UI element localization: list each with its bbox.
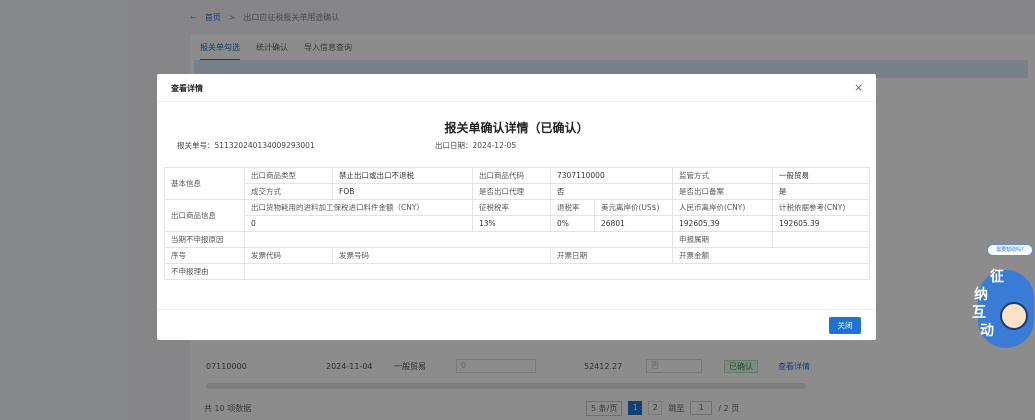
product-code-value: 7307110000 [550,167,673,184]
deal-method-label: 成交方式 [244,183,333,200]
declaration-number-value: 511320240134009293001 [214,141,315,150]
record-value: 是 [772,183,870,200]
tax-rate-value: 13% [472,215,551,232]
widget-char-3: 互 [972,305,986,321]
declare-period-label: 申报属期 [672,231,773,248]
agency-value: 否 [550,183,673,200]
document-title: 报关单确认详情（已确认） [444,121,589,135]
deal-method-value: FOB [332,183,473,200]
product-code-label: 出口商品代码 [472,167,551,184]
detail-table: 基本信息 出口商品类型 禁止出口或出口不退税 出口商品代码 7307110000… [164,167,870,280]
product-info-label: 出口商品信息 [164,199,245,232]
supervision-label: 监管方式 [672,167,773,184]
cny-price-label: 人民币离岸价(CNY) [672,199,773,216]
usd-price-label: 美元离岸价(US$) [594,199,673,216]
bonded-amount-value: 0 [244,215,473,232]
invoice-code-label: 发票代码 [244,247,333,264]
no-declare-reason-label: 当期不申报原因 [164,231,245,248]
bonded-amount-label: 出口货物耗用的进料加工保税进口料件金额（CNY） [244,199,473,216]
tax-rate-label: 征税税率 [472,199,551,216]
export-date-value: 2024-12-05 [472,141,517,150]
detail-modal: 查看详情 × 报关单确认详情（已确认） 报关单号：511320240134009… [157,74,876,340]
declare-period-value [772,231,870,248]
supervision-value: 一般贸易 [772,167,870,184]
seq-label: 序号 [164,247,245,264]
tax-basis-label: 计税依据参考(CNY) [772,199,870,216]
export-date: 出口日期：2024-12-05 [435,140,516,151]
export-date-label: 出口日期： [435,141,473,150]
invoice-date-label: 开票日期 [550,247,673,264]
agency-label: 是否出口代理 [472,183,551,200]
no-declare-basis-label: 不申报理由 [164,263,245,280]
widget-char-2: 纳 [974,287,988,303]
refund-rate-label: 退税率 [550,199,595,216]
close-button[interactable]: 关闭 [829,317,861,334]
tax-basis-value: 192605.39 [772,215,870,232]
widget-char-4: 动 [980,323,994,339]
product-type-label: 出口商品类型 [244,167,333,184]
invoice-amount-label: 开票金额 [672,247,870,264]
product-type-value: 禁止出口或出口不退税 [332,167,473,184]
usd-price-value: 26801 [594,215,673,232]
cny-price-value: 192605.39 [672,215,773,232]
refund-rate-value: 0% [550,215,595,232]
record-label: 是否出口备案 [672,183,773,200]
declaration-number-label: 报关单号： [177,141,215,150]
declaration-number: 报关单号：511320240134009293001 [177,140,315,151]
tax-interaction-widget[interactable]: 征 纳 互 动 [970,262,1034,362]
close-icon[interactable]: × [854,81,863,94]
widget-char-1: 征 [990,269,1004,285]
help-tag[interactable]: 需要帮助吗? [987,244,1033,256]
modal-title: 查看详情 [171,84,203,93]
modal-header: 查看详情 × [157,74,876,102]
no-declare-basis-value [244,263,870,280]
basic-info-label: 基本信息 [164,167,245,200]
invoice-no-label: 发票号码 [332,247,551,264]
no-declare-reason-value [244,231,673,248]
modal-footer: 关闭 [157,309,876,340]
mascot-icon [1000,302,1028,330]
